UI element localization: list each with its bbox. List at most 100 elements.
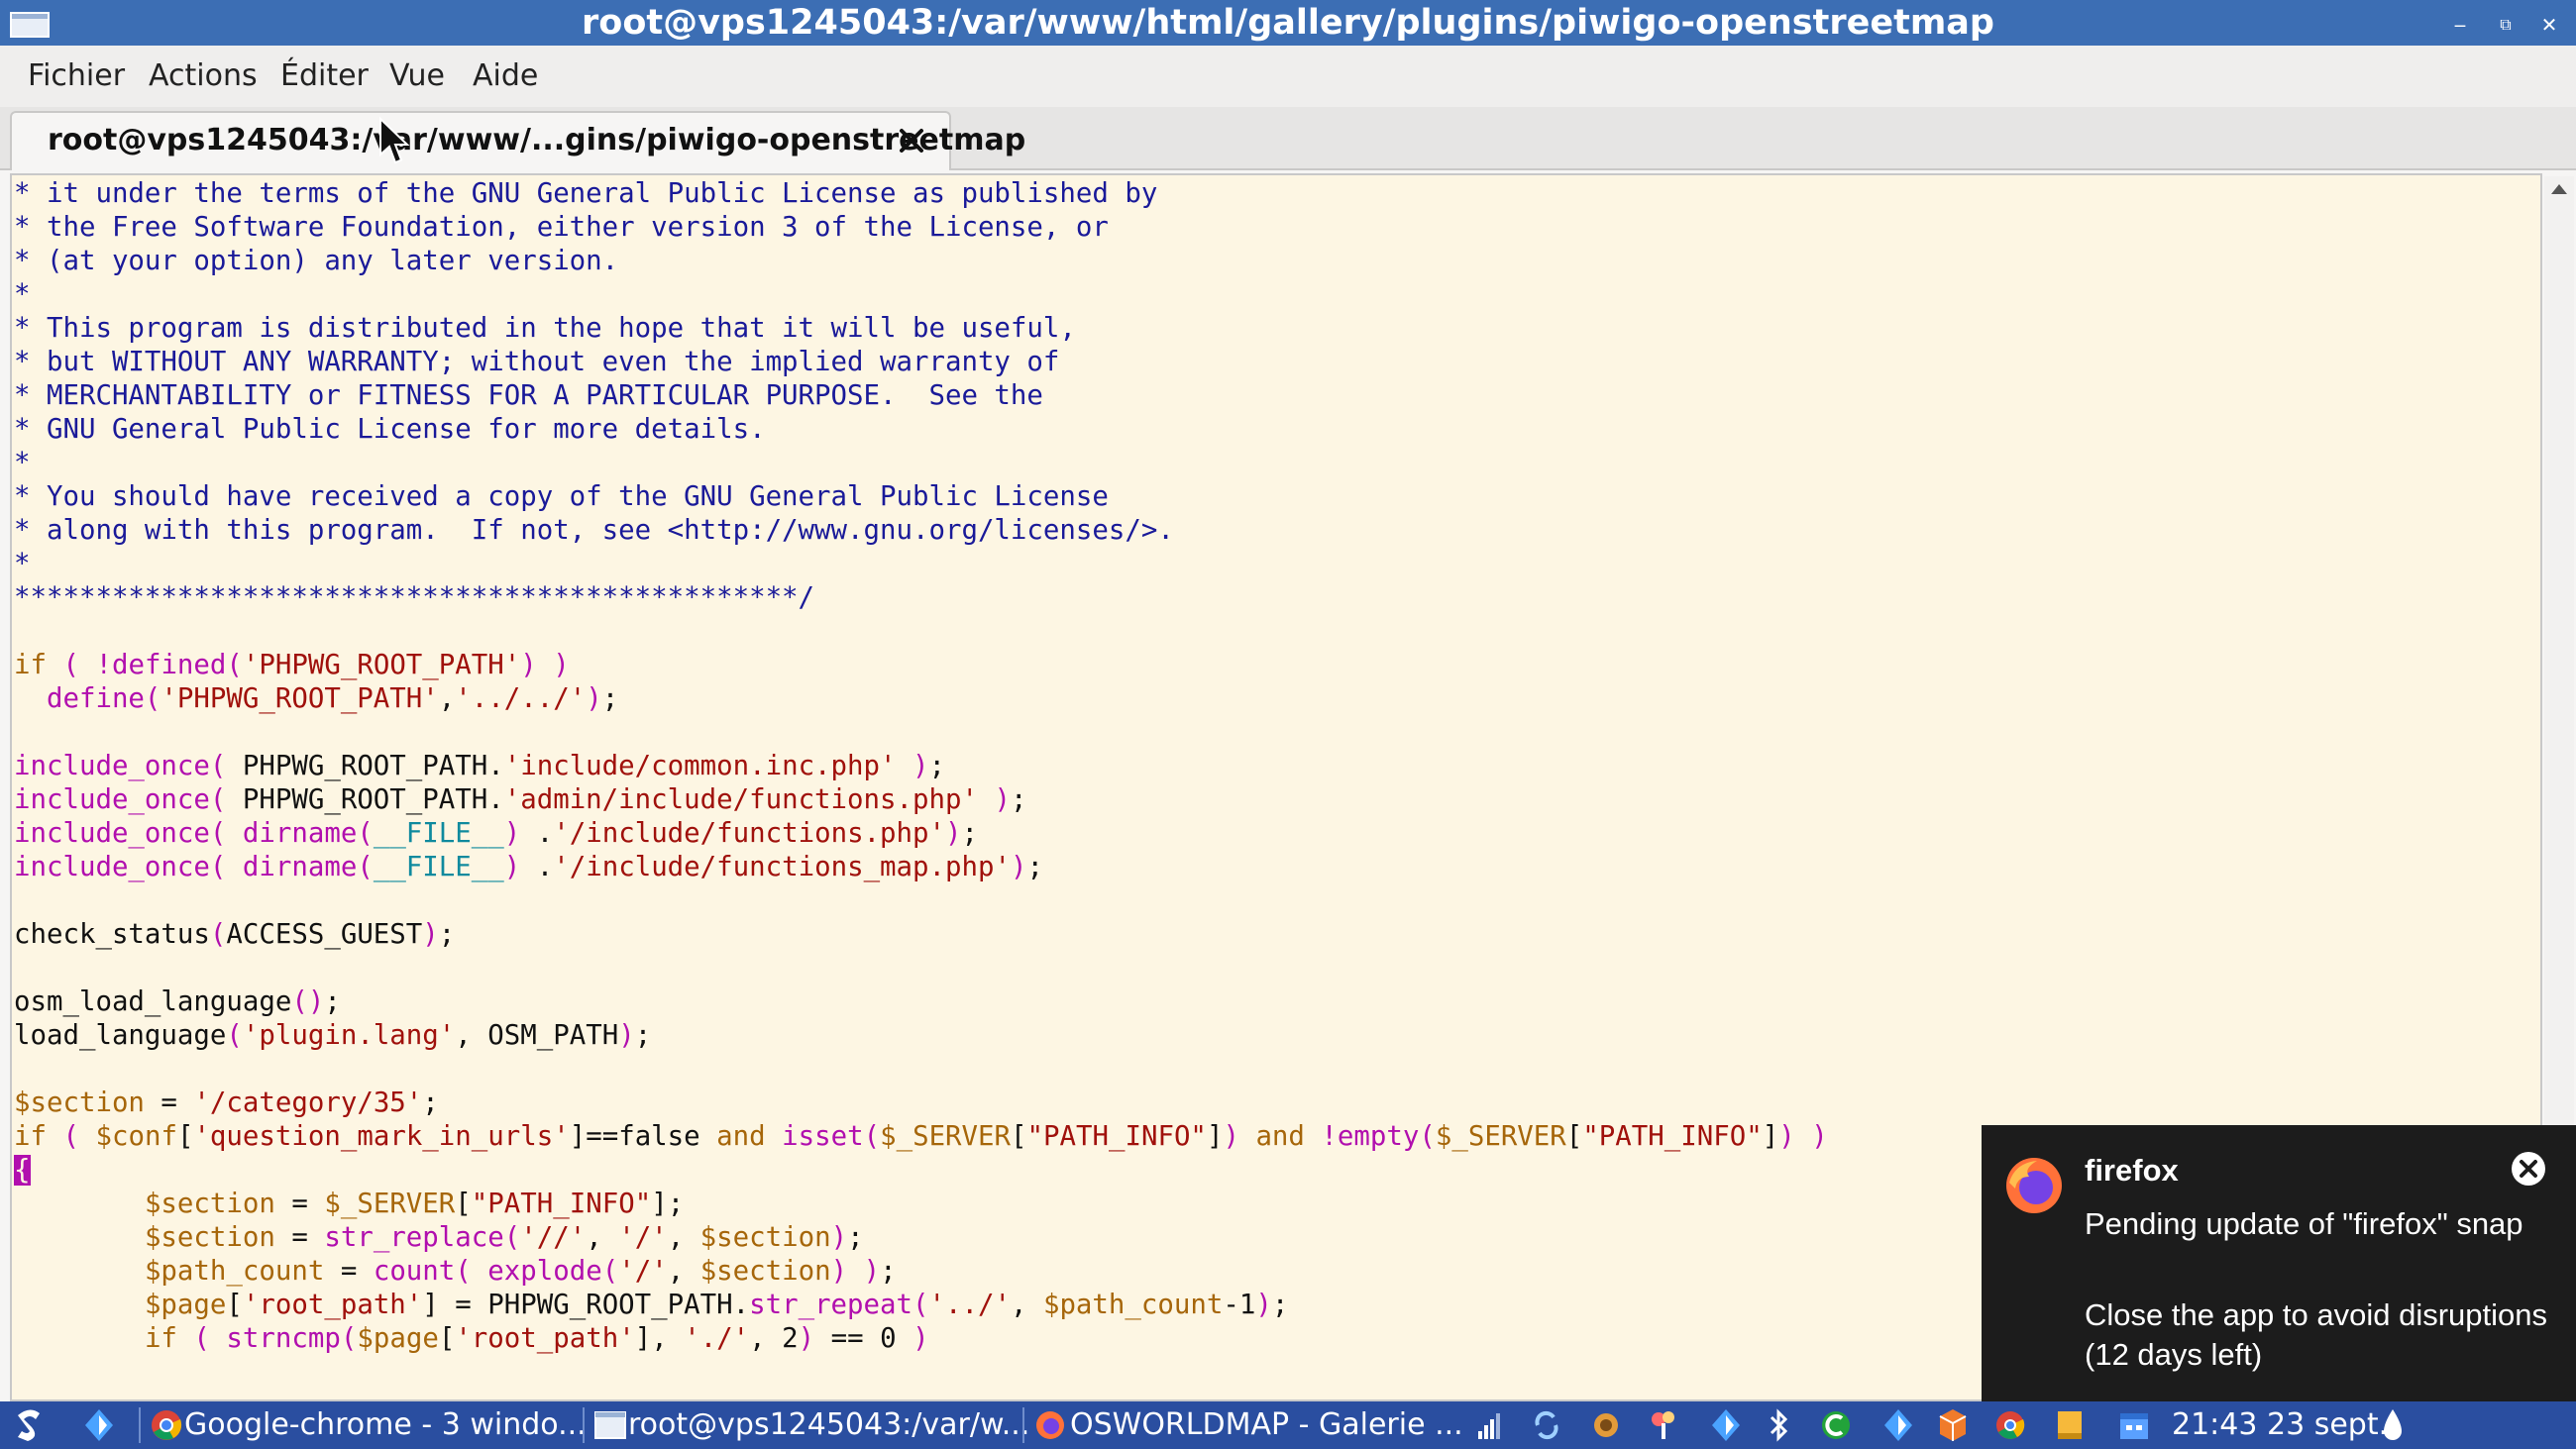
weather-icon[interactable]	[1647, 1401, 1680, 1449]
code-token: '/'	[618, 1256, 668, 1287]
code-token: 'question_mark_in_urls'	[193, 1121, 570, 1152]
taskbar-separator	[583, 1407, 585, 1443]
code-token: ;	[324, 986, 341, 1017]
notification-close-icon[interactable]	[2509, 1149, 2548, 1189]
code-token: include_once(	[14, 852, 227, 882]
code-token: '/include/functions.php'	[553, 818, 946, 849]
tray-c-icon[interactable]	[1819, 1401, 1853, 1449]
task-firefox[interactable]: OSWORLDMAP - Galerie ...	[1030, 1401, 1466, 1449]
code-token: if	[14, 650, 47, 680]
start-menu-icon[interactable]	[10, 1401, 50, 1449]
code-token: =	[274, 1222, 325, 1253]
water-drop-icon[interactable]	[2378, 1401, 2408, 1449]
code-token: include_once(	[14, 818, 227, 849]
bluetooth-icon[interactable]	[1764, 1401, 1793, 1449]
code-token: )	[830, 1256, 848, 1287]
code-token: '/category/35'	[193, 1087, 423, 1118]
sync-icon[interactable]	[1530, 1401, 1563, 1449]
code-line: if ( $conf['question_mark_in_urls']==fal…	[14, 1120, 1828, 1154]
code-token: )	[422, 919, 439, 950]
minimize-button[interactable]: ‒	[2445, 10, 2475, 40]
code-token: __FILE__	[373, 818, 504, 849]
code-token: )	[1811, 1121, 1828, 1152]
menu-aide[interactable]: Aide	[473, 46, 538, 107]
code-token: .	[520, 818, 554, 849]
notes-icon[interactable]	[2053, 1401, 2087, 1449]
menu-fichier[interactable]: Fichier	[28, 46, 125, 107]
calendar-icon[interactable]	[2116, 1401, 2152, 1449]
code-line: check_status(ACCESS_GUEST);	[14, 918, 1828, 952]
code-line: *	[14, 548, 1828, 581]
code-line: * (at your option) any later version.	[14, 245, 1828, 278]
tab-label: root@vps1245043:/var/www/...gins/piwigo-…	[48, 123, 1026, 157]
quick-launch-icon[interactable]	[79, 1401, 119, 1449]
dropbox-icon[interactable]	[1706, 1401, 1746, 1449]
code-token: , OSM_PATH	[455, 1020, 619, 1051]
code-token: load_language	[14, 1020, 227, 1051]
code-token: if	[144, 1323, 177, 1354]
window-titlebar[interactable]: root@vps1245043:/var/www/html/gallery/pl…	[0, 0, 2576, 46]
code-line: include_once( dirname(__FILE__) .'/inclu…	[14, 851, 1828, 884]
code-token: )	[994, 784, 1011, 815]
close-window-button[interactable]: ✕	[2534, 10, 2564, 40]
code-token: ;	[880, 1256, 897, 1287]
code-token: )	[912, 1323, 929, 1354]
code-line: $section = str_replace('//', '/', $secti…	[14, 1221, 1828, 1255]
package-icon[interactable]	[1936, 1401, 1970, 1449]
network-signal-icon[interactable]	[1474, 1401, 1504, 1449]
code-token: *	[14, 279, 31, 310]
code-line: if ( !defined('PHPWG_ROOT_PATH') )	[14, 649, 1828, 682]
code-token: $section	[144, 1222, 275, 1253]
code-token: ;	[847, 1222, 864, 1253]
code-line: * but WITHOUT ANY WARRANTY; without even…	[14, 346, 1828, 379]
code-token: 'include/common.inc.php'	[503, 751, 897, 781]
code-token: *	[14, 549, 31, 579]
notification-popup[interactable]: firefox Pending update of "firefox" snap…	[1982, 1125, 2576, 1402]
code-line: * the Free Software Foundation, either v…	[14, 211, 1828, 245]
menu-vue[interactable]: Vue	[389, 46, 445, 107]
code-token: (	[193, 1323, 210, 1354]
clock[interactable]: 21:43 23 sept.	[2172, 1401, 2388, 1449]
code-token: and	[1255, 1121, 1305, 1152]
code-line: $section = '/category/35';	[14, 1087, 1828, 1120]
chrome-tray-icon[interactable]	[1993, 1401, 2027, 1449]
code-token: )	[1011, 852, 1027, 882]
code-token: and	[716, 1121, 766, 1152]
scroll-up-arrow-icon[interactable]	[2551, 184, 2567, 194]
code-line: include_once( PHPWG_ROOT_PATH.'include/c…	[14, 750, 1828, 783]
code-token: $section	[699, 1222, 831, 1253]
firefox-icon	[2006, 1158, 2062, 1213]
tray-app-icon[interactable]	[1589, 1401, 1623, 1449]
task-chrome[interactable]: Google-chrome - 3 windo...	[147, 1401, 587, 1449]
code-token: $path_count	[144, 1256, 325, 1287]
code-token: ];	[651, 1189, 685, 1219]
terminal-tab[interactable]: root@vps1245043:/var/www/...gins/piwigo-…	[10, 111, 1025, 170]
code-token: [	[226, 1290, 243, 1320]
code-token: ],	[634, 1323, 685, 1354]
menu-actions[interactable]: Actions	[149, 46, 258, 107]
code-token: 'PHPWG_ROOT_PATH'	[161, 683, 439, 714]
code-token: * (at your option) any later version.	[14, 246, 619, 276]
code-line: include_once( PHPWG_ROOT_PATH.'admin/inc…	[14, 783, 1828, 817]
code-token: $section	[144, 1189, 275, 1219]
code-line: * You should have received a copy of the…	[14, 480, 1828, 514]
task-terminal[interactable]: root@vps1245043:/var/w...	[590, 1401, 1029, 1449]
task-label: root@vps1245043:/var/w...	[628, 1407, 1030, 1442]
code-line: define('PHPWG_ROOT_PATH','../../');	[14, 682, 1828, 716]
menu-editer[interactable]: Éditer	[280, 46, 369, 107]
code-token: ,	[438, 683, 456, 714]
dropbox-alt-icon[interactable]	[1878, 1401, 1918, 1449]
maximize-button[interactable]: ⧉	[2491, 10, 2521, 40]
tab-close-icon[interactable]	[896, 125, 927, 156]
code-token: $conf	[95, 1121, 177, 1152]
code-token: ;	[961, 818, 979, 849]
